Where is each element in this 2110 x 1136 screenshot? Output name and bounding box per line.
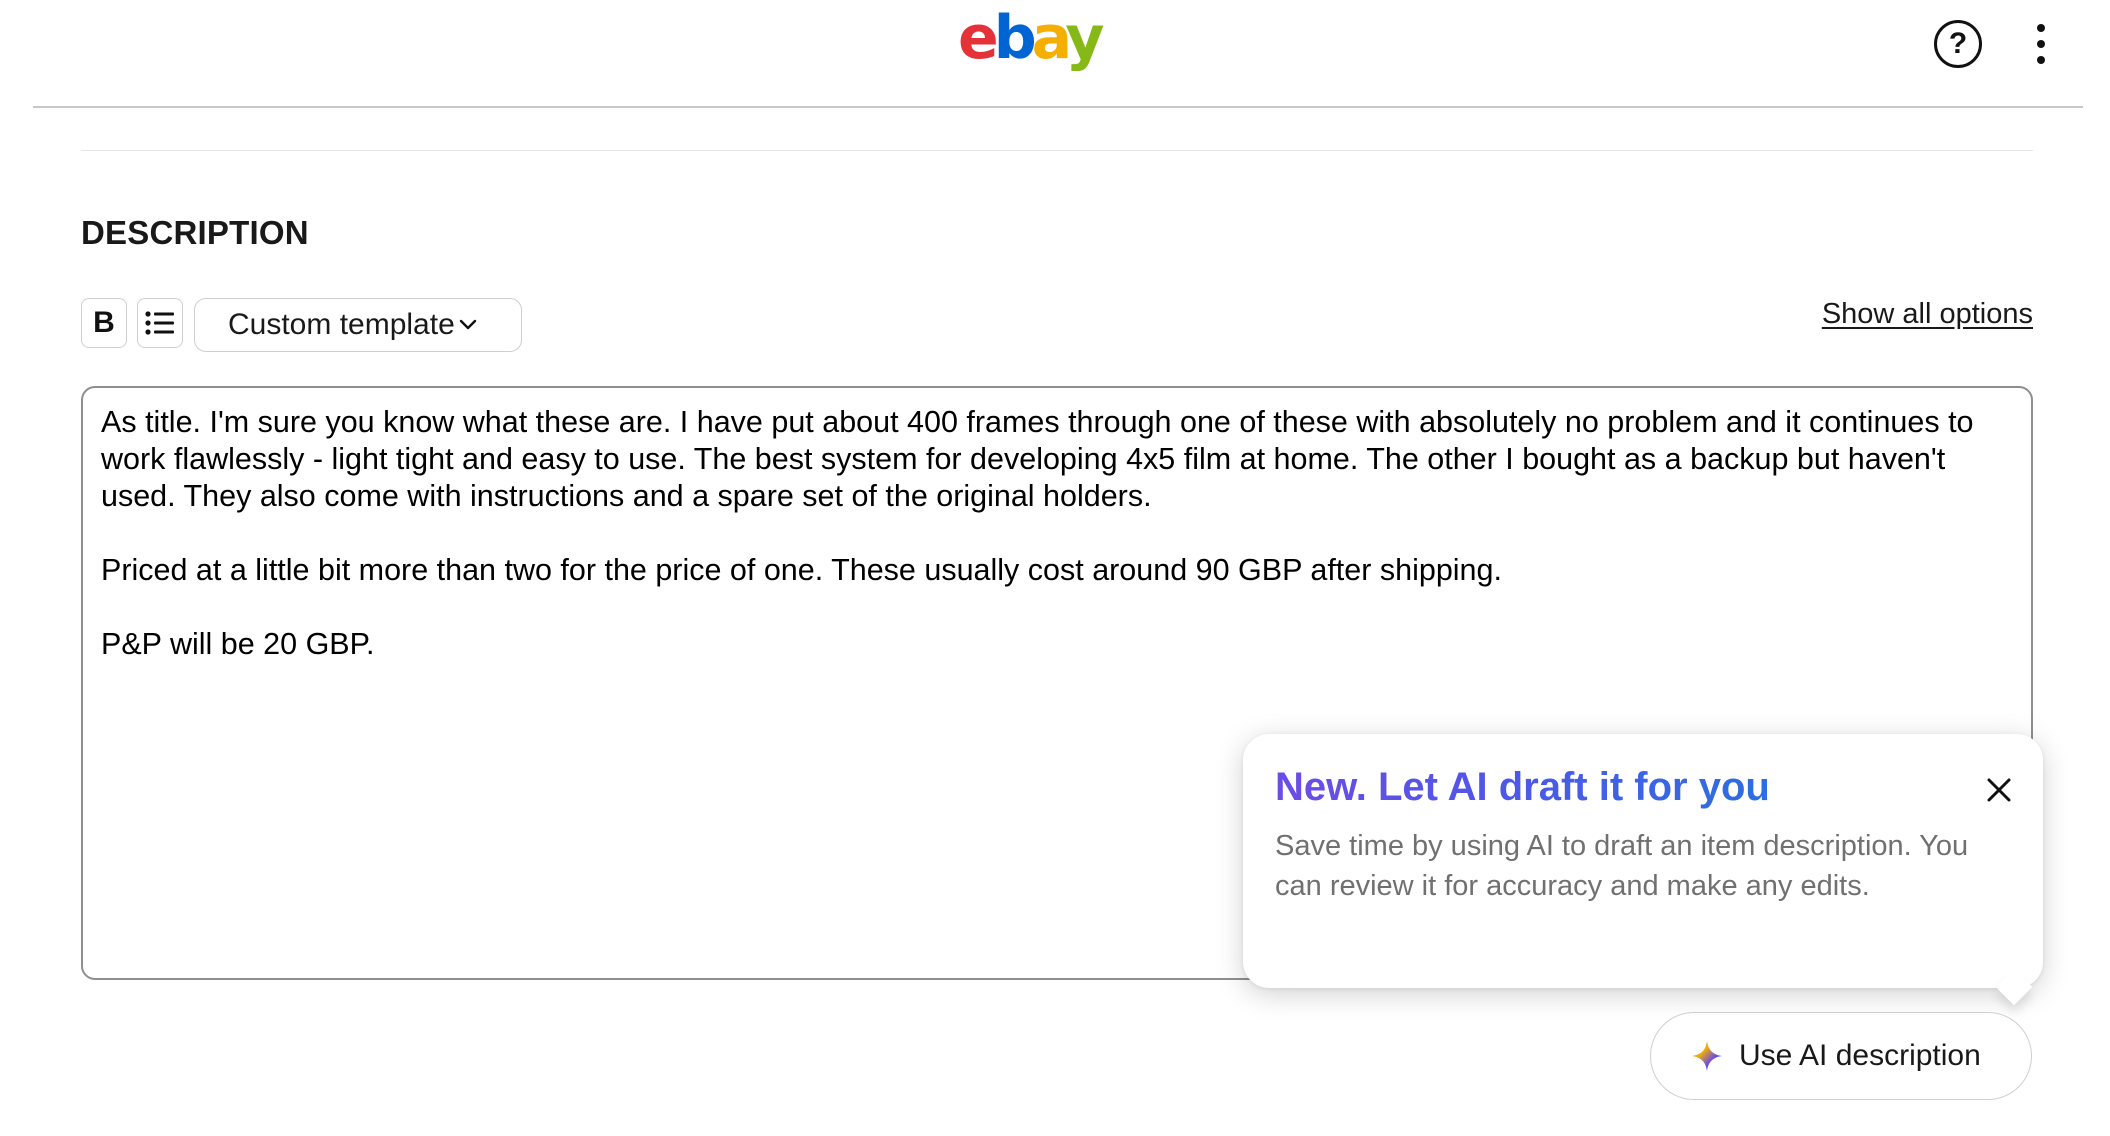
bulleted-list-button[interactable]: [137, 298, 183, 348]
question-circle-icon: ?: [1948, 27, 1968, 60]
description-paragraph: Priced at a little bit more than two for…: [101, 553, 1502, 587]
ai-popover-body: Save time by using AI to draft an item d…: [1275, 830, 1969, 902]
top-header: ebay ?: [0, 0, 2110, 108]
more-options-button[interactable]: [2026, 18, 2056, 70]
ebay-logo[interactable]: ebay: [958, 2, 1104, 74]
logo-letter: a: [1031, 3, 1071, 73]
logo-letter: b: [993, 3, 1037, 73]
ai-draft-popover: New. Let AI draft it for you Save time b…: [1243, 734, 2043, 1006]
description-paragraph: P&P will be 20 GBP.: [101, 627, 375, 661]
bold-button[interactable]: B: [81, 298, 127, 348]
template-label: Custom template: [228, 308, 455, 341]
close-icon: [1987, 778, 2011, 802]
use-ai-description-label: Use AI description: [1739, 1039, 1981, 1072]
logo-letter: y: [1065, 3, 1104, 73]
bulleted-list-icon: [145, 311, 174, 335]
close-popover-button[interactable]: [1979, 770, 2019, 810]
bold-label: B: [93, 306, 115, 339]
logo-letter: e: [958, 3, 999, 73]
ai-popover-title: New. Let AI draft it for you: [1275, 762, 1770, 812]
show-all-options-link[interactable]: Show all options: [1822, 298, 2033, 331]
section-title: DESCRIPTION: [81, 214, 309, 251]
popover-tail: [1995, 968, 2033, 1006]
chevron-down-icon: [459, 319, 477, 331]
section-divider: [81, 150, 2033, 151]
description-paragraph: As title. I'm sure you know what these a…: [101, 405, 1974, 513]
ai-sparkle-icon: [1691, 1040, 1723, 1072]
use-ai-description-button[interactable]: Use AI description: [1650, 1012, 2032, 1100]
header-divider: [33, 106, 2083, 108]
template-dropdown[interactable]: Custom template: [194, 298, 522, 352]
help-button[interactable]: ?: [1934, 20, 1982, 68]
